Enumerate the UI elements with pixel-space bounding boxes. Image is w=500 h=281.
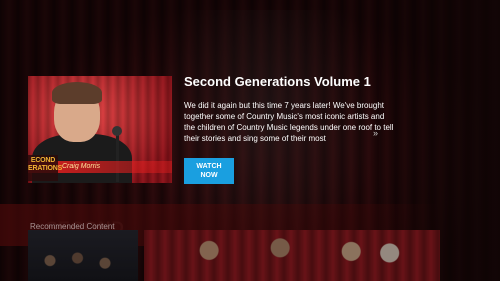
show-logo-line1: ECOND [30,157,56,164]
recommended-row [28,230,500,281]
card-shade [144,230,440,281]
show-logo: ECOND ERATIONS [28,155,63,181]
microphone-icon [112,126,122,136]
show-logo-line2: ERATIONS [28,165,63,172]
featured-thumbnail[interactable]: Craig Morris ECOND ERATIONS [28,76,172,183]
watch-now-button[interactable]: WATCH NOW [184,158,234,184]
card-shade [28,230,138,281]
featured-title: Second Generations Volume 1 [184,74,371,89]
thumbnail-performer-hair [52,82,102,104]
featured-description: We did it again but this time 7 years la… [184,101,394,143]
double-chevron-right-icon[interactable]: » [373,128,378,138]
microphone-stand [116,132,119,182]
lower-third-name: Craig Morris [62,163,101,170]
recommended-card[interactable] [144,230,440,281]
recommended-card[interactable] [28,230,138,281]
